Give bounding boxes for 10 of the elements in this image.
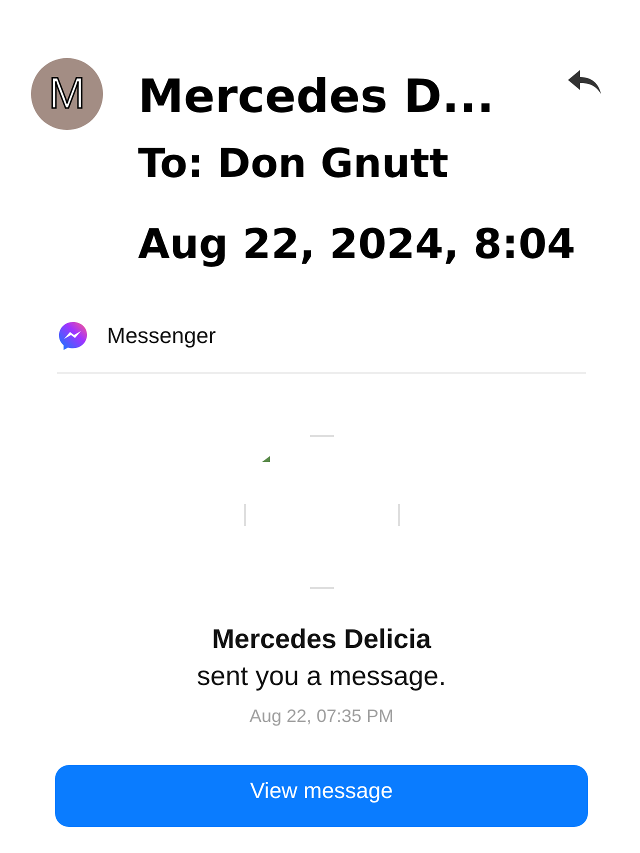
messenger-logo-icon (57, 320, 89, 352)
recipient: To: Don Gnutt (138, 140, 450, 189)
avatar: M (31, 58, 103, 130)
message-time: Aug 22, 07:35 PM (248, 706, 395, 727)
email-date: Aug 22, 2024, 8:04 (138, 219, 576, 270)
brand-name: Messenger (107, 323, 216, 349)
sender-name: Mercedes Delicia (210, 624, 432, 655)
sender-name: Mercedes D... (138, 68, 496, 125)
view-message-button[interactable]: View message (55, 765, 588, 827)
message-text: sent you a message. (196, 661, 448, 692)
